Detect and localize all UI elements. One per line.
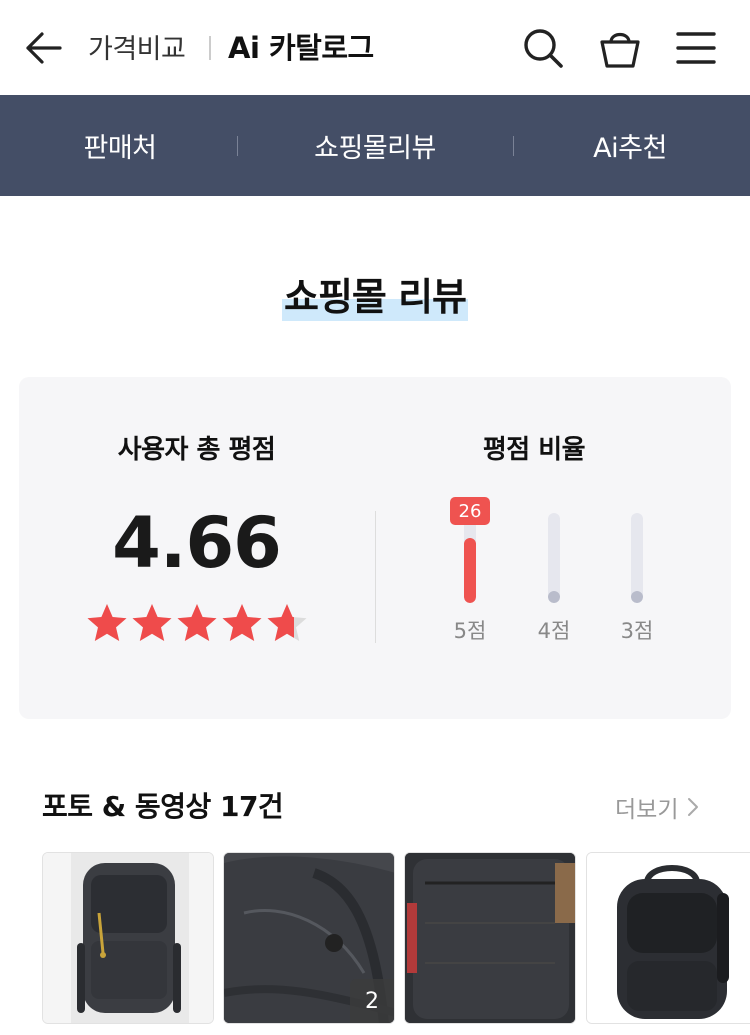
shopping-bag-icon	[600, 32, 640, 68]
page-title: Ai 카탈로그	[228, 31, 374, 65]
menu-icon	[676, 32, 716, 64]
bar-track	[548, 513, 560, 603]
tab-mall-reviews[interactable]: 쇼핑몰리뷰	[240, 95, 510, 196]
photo-thumbnail[interactable]	[404, 852, 576, 1024]
bar-label: 3점	[620, 619, 654, 643]
breadcrumb-price-compare[interactable]: 가격비교	[88, 27, 186, 66]
bar-fill	[464, 538, 476, 603]
photo-thumbnail[interactable]	[586, 852, 750, 1024]
card-divider	[375, 511, 376, 643]
photo-count-badge: 2	[350, 979, 394, 1023]
bar-track	[631, 513, 643, 603]
search-button[interactable]	[519, 24, 567, 72]
star-icon	[132, 604, 172, 641]
rating-bar-4: 4점	[524, 497, 584, 647]
section-title: 쇼핑몰 리뷰	[281, 266, 469, 321]
more-link-label: 더보기	[615, 797, 679, 823]
tab-ai-recommend[interactable]: Ai추천	[510, 95, 750, 196]
rating-bar-3: 3점	[607, 497, 667, 647]
photo-thumbnail[interactable]: 2	[223, 852, 395, 1024]
cart-button[interactable]	[596, 24, 644, 72]
star-icon	[222, 604, 262, 641]
back-arrow-icon	[26, 32, 62, 64]
rating-ratio-label: 평점 비율	[482, 435, 586, 465]
tab-divider	[513, 136, 514, 156]
star-icon	[177, 604, 217, 641]
tab-divider	[237, 136, 238, 156]
top-header: 가격비교 Ai 카탈로그	[0, 0, 750, 95]
chevron-right-icon	[688, 798, 699, 816]
average-rating: 4.66	[112, 502, 282, 584]
section-header: 쇼핑몰 리뷰	[0, 266, 750, 321]
bar-label: 4점	[537, 619, 571, 643]
menu-button[interactable]	[672, 24, 720, 72]
tab-bar: 판매처 쇼핑몰리뷰 Ai추천	[0, 95, 750, 196]
photo-thumbnail[interactable]	[42, 852, 214, 1024]
backpack-image	[405, 853, 575, 1023]
star-rating	[85, 601, 310, 645]
rating-bar-5: 26 5점	[440, 497, 500, 647]
backpack-image	[43, 853, 213, 1023]
total-rating-label: 사용자 총 평점	[117, 435, 276, 465]
more-link[interactable]: 더보기	[615, 790, 700, 824]
star-icon	[87, 604, 127, 641]
bar-track	[464, 513, 476, 603]
bar-label: 5점	[453, 619, 487, 643]
tab-sellers[interactable]: 판매처	[0, 95, 240, 196]
search-icon	[524, 29, 563, 68]
bar-fill	[631, 591, 643, 603]
star-icon	[267, 604, 307, 641]
back-button[interactable]	[22, 26, 66, 70]
photo-video-title: 포토 & 동영상 17건	[42, 790, 284, 823]
bar-count-badge: 26	[450, 497, 490, 525]
rating-summary-card: 사용자 총 평점 4.66 평점 비율 26 5점 4점 3점	[19, 377, 731, 719]
breadcrumb-divider	[209, 36, 211, 60]
backpack-image	[587, 853, 750, 1023]
bar-fill	[548, 591, 560, 603]
